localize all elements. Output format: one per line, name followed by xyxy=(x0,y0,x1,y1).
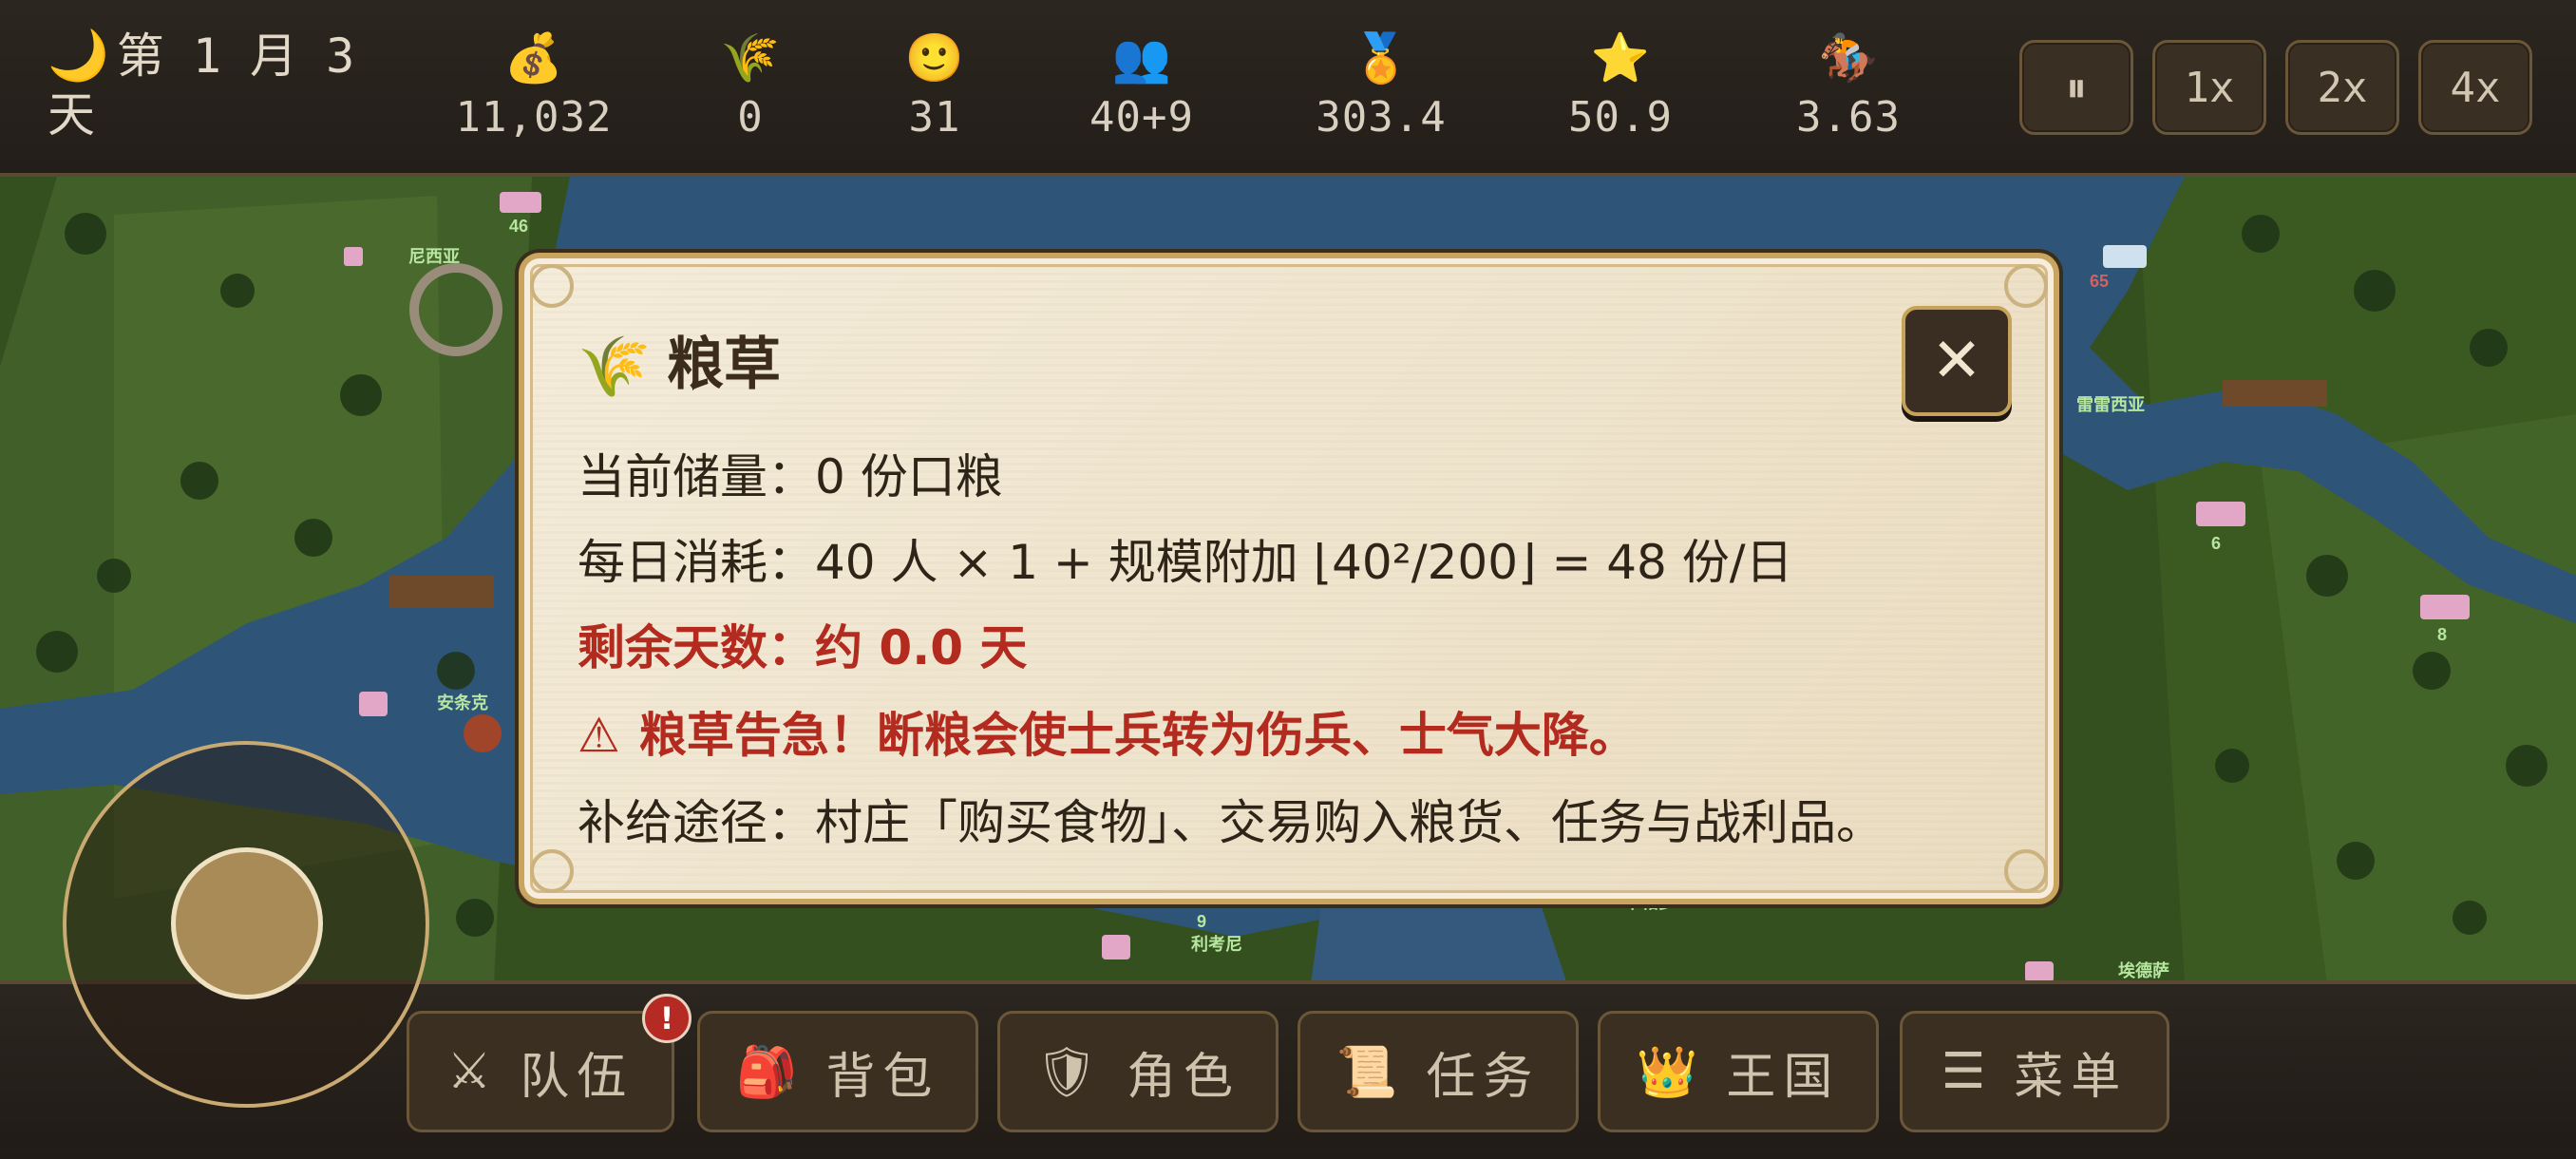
dialog-corner-ornament xyxy=(2004,849,2048,893)
map-label-65: 65 xyxy=(2090,272,2109,291)
menu-label: 菜单 xyxy=(2014,1048,2129,1106)
grain-icon: 🌾 xyxy=(720,30,781,86)
character-label: 角色 xyxy=(1127,1048,1241,1106)
map-label-tarsus: 雷雷西亚 xyxy=(2076,395,2145,414)
money-bag-icon: 💰 xyxy=(503,30,564,86)
speed-4x-button[interactable]: 4x xyxy=(2418,40,2532,135)
moon-icon: 🌙 xyxy=(47,28,109,85)
dialog-corner-ornament xyxy=(2004,264,2048,308)
medal-icon: 🏅 xyxy=(1351,30,1411,86)
people-icon: 👥 xyxy=(1111,30,1172,86)
stat-morale[interactable]: 🙂 31 xyxy=(849,28,1020,142)
quests-button[interactable]: 📜 任务 xyxy=(1297,1011,1579,1132)
kingdom-label: 王国 xyxy=(1726,1048,1841,1106)
food-warning-text: 粮草告急！断粮会使士兵转为伤兵、士气大降。 xyxy=(638,708,1637,763)
speed-value: 3.63 xyxy=(1796,93,1901,142)
map-label-edessa: 埃德萨 xyxy=(2118,960,2169,980)
map-label-46: 46 xyxy=(509,217,528,236)
party-button[interactable]: ⚔ 队伍 xyxy=(407,1011,674,1132)
speed-2x-button[interactable]: 2x xyxy=(2285,40,2399,135)
kingdom-button[interactable]: 👑 王国 xyxy=(1598,1011,1879,1132)
top-hud: 🌙 第 1 月 3 天 💰 11,032 🌾 0 🙂 31 👥 40+9 🏅 30… xyxy=(0,0,2576,177)
map-label-nicaea: 尼西亚 xyxy=(408,247,460,266)
smile-icon: 🙂 xyxy=(904,30,965,86)
food-storage-line: 当前储量：0 份口粮 xyxy=(578,449,1003,504)
scroll-icon: 📜 xyxy=(1335,1043,1398,1101)
close-icon: ✕ xyxy=(1931,326,1982,396)
map-label-6: 6 xyxy=(2211,534,2221,553)
star-icon: ⭐ xyxy=(1590,30,1651,86)
inventory-label: 背包 xyxy=(825,1048,940,1106)
horse-icon: 🏇 xyxy=(1818,30,1879,86)
stat-speed[interactable]: 🏇 3.63 xyxy=(1763,28,1934,142)
stat-influence[interactable]: ⭐ 50.9 xyxy=(1535,28,1706,142)
crown-icon: 👑 xyxy=(1636,1043,1698,1101)
food-value: 0 xyxy=(737,93,764,142)
grain-icon: 🌾 xyxy=(578,332,652,401)
dialog-corner-ornament xyxy=(530,264,574,308)
hamburger-menu-icon: ☰ xyxy=(1941,1043,1986,1100)
influence-value: 50.9 xyxy=(1568,93,1673,142)
days-remaining-line: 剩余天数：约 0.0 天 xyxy=(578,620,1028,675)
warning-icon: ⚠ xyxy=(578,708,620,763)
gold-value: 11,032 xyxy=(455,93,613,142)
map-label-9: 9 xyxy=(1197,912,1206,931)
map-label-8: 8 xyxy=(2437,625,2447,644)
supply-sources-line: 补给途径：村庄「购买食物」、交易购入粮货、任务与战利品。 xyxy=(578,795,1884,850)
daily-consumption-line: 每日消耗：40 人 × 1 + 规模附加 ⌊40²/200⌋ = 48 份/日 xyxy=(578,535,1793,590)
party-label: 队伍 xyxy=(520,1048,635,1106)
joystick-knob[interactable] xyxy=(171,847,323,999)
stat-renown[interactable]: 🏅 303.4 xyxy=(1296,28,1467,142)
speed-1x-button[interactable]: 1x xyxy=(2152,40,2266,135)
stat-food[interactable]: 🌾 0 xyxy=(665,28,836,142)
map-label-antioch: 安条克 xyxy=(437,693,488,712)
food-info-dialog: 🌾 粮草 ✕ 当前储量：0 份口粮 每日消耗：40 人 × 1 + 规模附加 ⌊… xyxy=(519,253,2059,904)
date-line2: 天 xyxy=(47,87,95,142)
date-line1: 第 1 月 3 xyxy=(116,28,355,84)
party-alert-badge: ! xyxy=(642,994,691,1043)
renown-value: 303.4 xyxy=(1316,93,1447,142)
pause-button[interactable]: ⏸ xyxy=(2019,40,2133,135)
map-label-lycaonia: 利考尼 xyxy=(1191,934,1242,954)
stat-troops[interactable]: 👥 40+9 xyxy=(1056,28,1227,142)
dialog-title: 粮草 xyxy=(667,332,781,398)
character-button[interactable]: 🛡 角色 xyxy=(997,1011,1279,1132)
stat-gold[interactable]: 💰 11,032 xyxy=(448,28,619,142)
menu-button[interactable]: ☰ 菜单 xyxy=(1900,1011,2169,1132)
quests-label: 任务 xyxy=(1426,1048,1541,1106)
morale-value: 31 xyxy=(908,93,961,142)
crossed-swords-icon: ⚔ xyxy=(446,1043,492,1100)
inventory-button[interactable]: 🎒 背包 xyxy=(697,1011,978,1132)
food-warning-line: ⚠ 粮草告急！断粮会使士兵转为伤兵、士气大降。 xyxy=(578,705,1637,766)
dialog-corner-ornament xyxy=(530,849,574,893)
shield-icon: 🛡 xyxy=(1034,1043,1098,1101)
close-button[interactable]: ✕ xyxy=(1902,306,2012,416)
troops-value: 40+9 xyxy=(1089,93,1194,142)
date-display: 🌙 第 1 月 3 天 xyxy=(47,27,354,144)
backpack-icon: 🎒 xyxy=(735,1043,798,1101)
